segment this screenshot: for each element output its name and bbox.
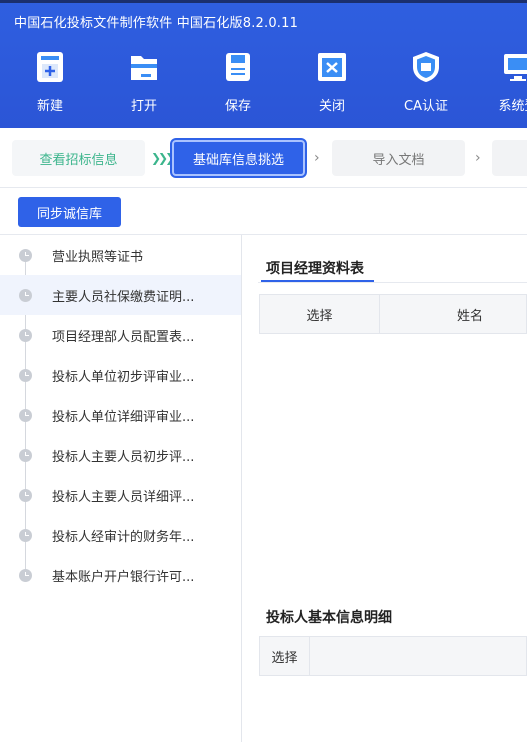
shield-icon — [413, 52, 439, 82]
chevron-right-icon: › — [475, 150, 481, 166]
step-next[interactable] — [492, 140, 527, 176]
system-login-button[interactable]: 系统登 — [488, 50, 527, 120]
step-arrow-icon: ❯❯❯ — [151, 151, 175, 165]
sidebar-item-label: 项目经理部人员配置表... — [52, 329, 195, 345]
step-import-document[interactable]: 导入文档 — [332, 140, 465, 176]
column-header-select: 选择 — [260, 295, 380, 333]
clock-icon — [19, 248, 32, 262]
clock-icon — [19, 528, 32, 542]
step-view-tender-info[interactable]: 查看招标信息 — [12, 140, 145, 176]
new-button[interactable]: 新建 — [20, 50, 80, 120]
clock-icon — [19, 488, 32, 502]
sync-credit-library-button[interactable]: 同步诚信库 — [18, 197, 121, 227]
sidebar-item-unit-preliminary[interactable]: 投标人单位初步评审业... — [0, 355, 241, 395]
sidebar-item-label: 投标人主要人员详细评... — [52, 489, 195, 505]
sidebar-item-staff-preliminary[interactable]: 投标人主要人员初步评... — [0, 435, 241, 475]
step-basic-library-select[interactable]: 基础库信息挑选 — [172, 140, 305, 176]
sidebar-item-label: 营业执照等证书 — [52, 249, 144, 265]
sidebar-item-label: 投标人经审计的财务年... — [52, 529, 195, 545]
sidebar-item-unit-detailed[interactable]: 投标人单位详细评审业... — [0, 395, 241, 435]
sidebar-item-label: 主要人员社保缴费证明... — [52, 289, 195, 305]
save-disk-icon — [226, 53, 250, 81]
sidebar-item-label: 投标人单位初步评审业... — [52, 369, 195, 385]
sidebar-item-label: 投标人主要人员初步评... — [52, 449, 195, 465]
sidebar-item-business-license[interactable]: 营业执照等证书 — [0, 235, 241, 275]
open-folder-icon — [131, 56, 157, 80]
window-top-strip — [0, 0, 527, 3]
save-button[interactable]: 保存 — [208, 50, 268, 120]
section-title-bidder-info: 投标人基本信息明细 — [266, 610, 392, 626]
chevron-right-icon: › — [314, 150, 320, 166]
system-login-label: 系统登 — [498, 99, 527, 114]
clock-icon — [19, 368, 32, 382]
monitor-icon — [504, 54, 527, 81]
clock-icon — [19, 568, 32, 582]
sidebar-item-label: 基本账户开户银行许可... — [52, 569, 195, 585]
window-title: 中国石化投标文件制作软件 中国石化版8.2.0.11 — [14, 16, 299, 31]
project-manager-table-header: 选择 姓名 — [259, 294, 527, 334]
clock-icon — [19, 448, 32, 462]
clock-icon — [19, 408, 32, 422]
sidebar: 营业执照等证书 主要人员社保缴费证明... 项目经理部人员配置表... 投标人单… — [0, 235, 242, 742]
sidebar-item-label: 投标人单位详细评审业... — [52, 409, 195, 425]
save-label: 保存 — [224, 99, 251, 114]
new-file-icon — [37, 52, 63, 82]
open-button[interactable]: 打开 — [114, 50, 174, 120]
sidebar-item-project-staffing[interactable]: 项目经理部人员配置表... — [0, 315, 241, 355]
clock-icon — [19, 288, 32, 302]
section-title-project-manager: 项目经理资料表 — [266, 261, 364, 277]
section-divider — [258, 282, 527, 283]
ca-auth-button[interactable]: CA认证 — [396, 50, 456, 120]
clock-icon — [19, 328, 32, 342]
ca-auth-label: CA认证 — [404, 99, 448, 114]
sidebar-item-audited-finance[interactable]: 投标人经审计的财务年... — [0, 515, 241, 555]
bidder-info-table-header: 选择 — [259, 636, 527, 676]
sidebar-item-bank-license[interactable]: 基本账户开户银行许可... — [0, 555, 241, 595]
toolbar: 新建 打开 保存 关闭 CA认证 系统 — [0, 50, 527, 120]
sidebar-item-staff-detailed[interactable]: 投标人主要人员详细评... — [0, 475, 241, 515]
close-label: 关闭 — [318, 99, 345, 114]
new-label: 新建 — [36, 99, 63, 114]
close-button[interactable]: 关闭 — [302, 50, 362, 120]
column-header-select: 选择 — [260, 637, 310, 675]
open-label: 打开 — [130, 99, 157, 114]
column-header-name: 姓名 — [456, 308, 483, 324]
app-header: 中国石化投标文件制作软件 中国石化版8.2.0.11 新建 打开 保存 关闭 C… — [0, 0, 527, 128]
sidebar-item-social-security[interactable]: 主要人员社保缴费证明... — [0, 275, 241, 315]
close-window-icon — [318, 53, 346, 81]
